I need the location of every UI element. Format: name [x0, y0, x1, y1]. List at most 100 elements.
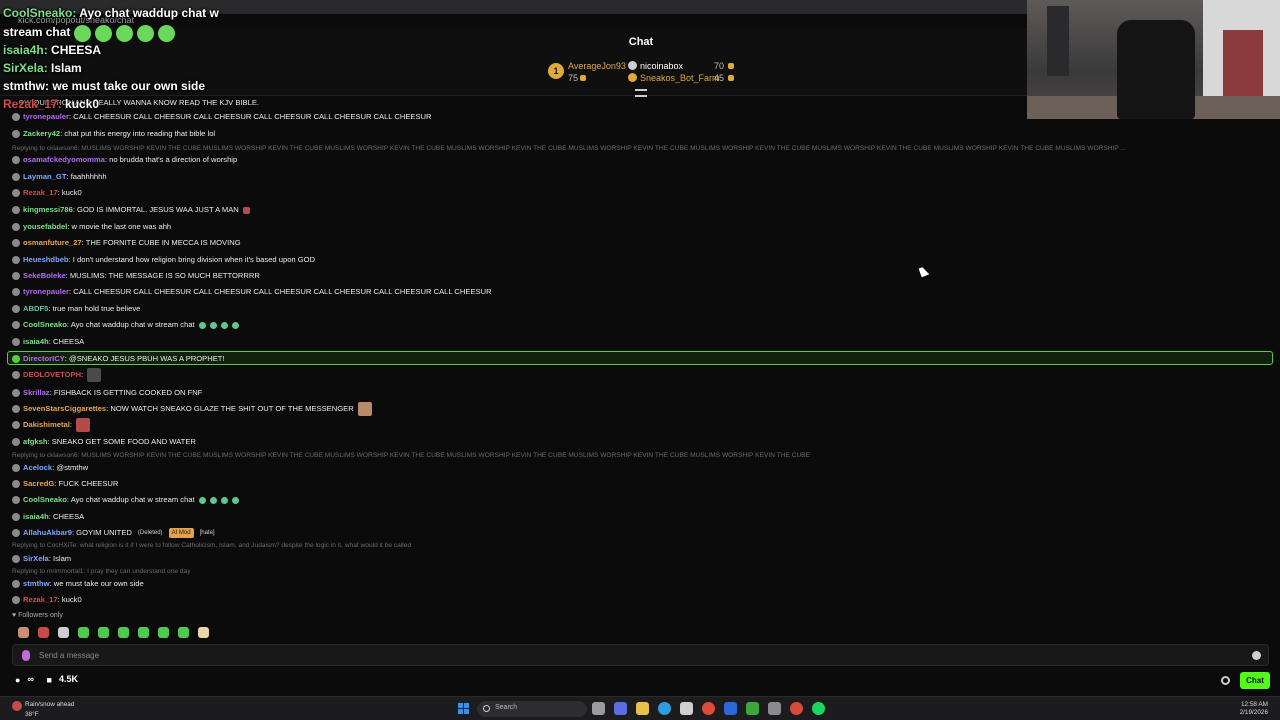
chat-username[interactable]: Rezak_17 — [23, 595, 58, 604]
app-icon[interactable] — [768, 702, 781, 715]
microphone-icon[interactable] — [22, 650, 30, 661]
chat-username[interactable]: osmanfuture_27 — [23, 238, 82, 247]
chat-message[interactable]: Dakishimetal: — [12, 418, 90, 432]
windows-start-icon[interactable] — [458, 703, 470, 715]
chat-message[interactable]: Skrillaz: FISHBACK IS GETTING COOKED ON … — [12, 386, 202, 400]
copilot-icon[interactable] — [614, 702, 627, 715]
chat-message[interactable]: stmthw: we must take our own side — [12, 577, 144, 591]
chat-message-list[interactable]: ...OW QUESTION AND REALLY WANNA KNOW REA… — [0, 96, 1280, 610]
spotify-icon[interactable] — [812, 702, 825, 715]
emote-button[interactable] — [18, 627, 29, 638]
chat-username[interactable]: Skrillaz — [23, 388, 50, 397]
chat-username[interactable]: tyronepauler — [23, 287, 69, 296]
chat-username[interactable]: SekeBoleke — [23, 271, 66, 280]
emote-button[interactable] — [97, 627, 109, 638]
app-icon[interactable] — [746, 702, 759, 715]
chat-username[interactable]: ABDF5 — [23, 304, 48, 313]
task-view-icon[interactable] — [592, 702, 605, 715]
chat-message[interactable]: SirXela: Islam — [12, 552, 71, 566]
user-badge-icon — [12, 555, 20, 563]
chat-message[interactable]: DirectorICY: @SNEAKO JESUS PBUH WAS A PR… — [12, 352, 225, 366]
overlay-user: Rezak_17: — [3, 97, 62, 111]
chat-username[interactable]: osamafckedyomomma — [23, 155, 105, 164]
chrome-icon[interactable] — [702, 702, 715, 715]
user-badge-icon — [12, 338, 20, 346]
user-badge-icon — [12, 173, 20, 181]
chat-username[interactable]: isaia4h — [23, 512, 49, 521]
followers-only-notice: ♥ Followers only — [12, 612, 63, 619]
chat-username[interactable]: CoolSneako — [23, 495, 67, 504]
chat-message[interactable]: Layman_GT: faahhhhhh — [12, 170, 107, 184]
chat-message[interactable]: osamafckedyomomma: no brudda that's a di… — [12, 153, 237, 167]
emote-button[interactable] — [57, 627, 69, 638]
overlay-user: CoolSneako: — [3, 6, 77, 20]
chat-username[interactable]: DEOLOVETOPH — [23, 370, 81, 379]
user-badge-icon — [12, 529, 20, 537]
chat-text: : GOYIM UNITED — [71, 528, 132, 537]
chat-message[interactable]: Acelock: @stmthw — [12, 461, 88, 475]
send-chat-button[interactable]: Chat — [1240, 672, 1270, 689]
quick-emote-bar[interactable] — [18, 625, 213, 639]
chat-username[interactable]: Heueshdbeb — [23, 255, 69, 264]
weather-title: Rain/snow ahead — [25, 701, 75, 708]
moderation-tag: (Deleted) — [137, 530, 163, 536]
chat-username[interactable]: afgksh — [23, 437, 47, 446]
weather-widget[interactable]: Rain/snow ahead 38°F — [12, 701, 74, 719]
chat-username[interactable]: Zackery42 — [23, 129, 60, 138]
gear-icon[interactable] — [1221, 676, 1230, 685]
chat-message[interactable]: SevenStarsCiggarettes: NOW WATCH SNEAKO … — [12, 402, 372, 416]
chat-message[interactable]: afgksh: SNEAKO GET SOME FOOD AND WATER — [12, 435, 196, 449]
chat-message[interactable]: AllahuAkbar9: GOYIM UNITED (Deleted) AI Mo… — [12, 526, 218, 540]
emote-button[interactable] — [157, 627, 169, 638]
chat-message[interactable]: DEOLOVETOPH: — [12, 368, 102, 382]
chat-username[interactable]: SirXela — [23, 554, 49, 563]
emote-button[interactable] — [77, 627, 89, 638]
chat-message[interactable]: CoolSneako: Ayo chat waddup chat w strea… — [12, 493, 239, 507]
chat-username[interactable]: AllahuAkbar9 — [23, 528, 72, 537]
chat-message[interactable]: Zackery42: chat put this energy into rea… — [12, 127, 215, 141]
taskbar-search[interactable]: Search — [477, 701, 587, 717]
app-icon[interactable] — [790, 702, 803, 715]
chat-message[interactable]: Rezak_17: kuck0 — [12, 186, 82, 200]
chat-message[interactable]: SacredG: FUCK CHEESUR — [12, 477, 118, 491]
emote-button[interactable] — [197, 627, 209, 638]
chat-username[interactable]: isaia4h — [23, 337, 49, 346]
message-input-box[interactable] — [12, 644, 1269, 666]
chat-message[interactable]: CoolSneako: Ayo chat waddup chat w strea… — [12, 318, 239, 332]
emoji-picker-icon[interactable] — [1252, 651, 1261, 660]
message-input[interactable] — [39, 647, 1239, 663]
app-icon[interactable] — [724, 702, 737, 715]
emote-button[interactable] — [117, 627, 129, 638]
chat-username[interactable]: kingmessi786 — [23, 205, 73, 214]
chat-message[interactable]: Heueshdbeb: I don't understand how relig… — [12, 253, 315, 267]
chat-message[interactable]: kingmessi786: GOD IS IMMORTAL. JESUS WAA… — [12, 203, 250, 217]
chat-message[interactable]: isaia4h: CHEESA — [12, 335, 84, 349]
chat-message[interactable]: isaia4h: CHEESA — [12, 510, 84, 524]
taskbar-clock[interactable]: 12:58 AM 2/19/2026 — [1240, 701, 1268, 717]
chat-username[interactable]: DirectorICY — [23, 354, 65, 363]
chat-username[interactable]: SevenStarsCiggarettes — [23, 404, 106, 413]
store-icon[interactable] — [680, 702, 693, 715]
emote-button[interactable] — [37, 627, 49, 638]
emote-button[interactable] — [137, 627, 149, 638]
green-hearts-emote — [70, 24, 176, 42]
emote-button[interactable] — [177, 627, 189, 638]
chat-message[interactable]: yousefabdel: w movie the last one was ah… — [12, 220, 171, 234]
chat-username[interactable]: SacredG — [23, 479, 54, 488]
chat-username[interactable]: Layman_GT — [23, 172, 66, 181]
chat-username[interactable]: Dakishimetal — [23, 420, 70, 429]
chat-username[interactable]: tyronepauler — [23, 112, 69, 121]
edge-icon[interactable] — [658, 702, 671, 715]
chat-message[interactable]: ABDF5: true man hold true believe — [12, 302, 140, 316]
chat-message[interactable]: Rezak_17: kuck0 — [12, 593, 82, 607]
chat-message[interactable]: SekeBoleke: MUSLIMS: THE MESSAGE IS SO M… — [12, 269, 260, 283]
chat-message[interactable]: tyronepauler: CALL CHEESUR CALL CHEESUR … — [12, 285, 492, 299]
chat-username[interactable]: yousefabdel — [23, 222, 67, 231]
chat-username[interactable]: CoolSneako — [23, 320, 67, 329]
file-explorer-icon[interactable] — [636, 702, 649, 715]
chat-message[interactable]: osmanfuture_27: THE FORNITE CUBE IN MECC… — [12, 236, 241, 250]
chat-username[interactable]: Acelock — [23, 463, 52, 472]
chat-username[interactable]: stmthw — [23, 579, 50, 588]
leaderboard[interactable]: 1 AverageJon93 75 nicoinabox 70 Sneakos_… — [548, 59, 748, 89]
chat-username[interactable]: Rezak_17 — [23, 188, 58, 197]
